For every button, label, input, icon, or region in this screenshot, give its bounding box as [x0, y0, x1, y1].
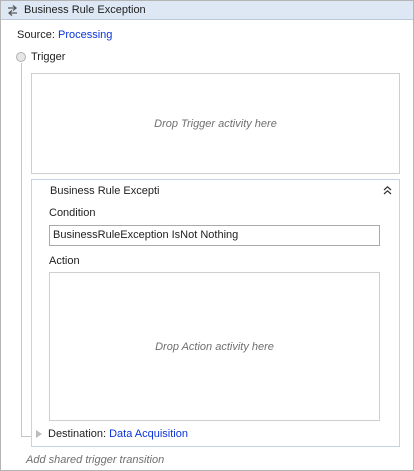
condition-label: Condition — [49, 207, 96, 219]
trigger-placeholder: Drop Trigger activity here — [154, 117, 277, 130]
trigger-radio-icon[interactable] — [16, 52, 26, 62]
destination-row: Destination: Data Acquisition — [36, 428, 188, 440]
action-placeholder: Drop Action activity here — [155, 340, 274, 353]
action-drop-zone[interactable]: Drop Action activity here — [49, 272, 380, 421]
action-label: Action — [49, 255, 80, 267]
state-designer: Business Rule Exception Source: Processi… — [0, 0, 414, 471]
condition-field[interactable]: BusinessRuleException IsNot Nothing — [49, 225, 380, 246]
connector-line — [21, 63, 22, 436]
source-label: Source: — [17, 29, 55, 41]
collapse-button[interactable] — [381, 184, 393, 196]
header-title: Business Rule Exception — [24, 4, 146, 16]
source-link[interactable]: Processing — [58, 29, 112, 41]
add-shared-trigger-link[interactable]: Add shared trigger transition — [26, 454, 164, 466]
source-row: Source: Processing — [17, 29, 112, 41]
trigger-drop-zone[interactable]: Drop Trigger activity here — [31, 73, 400, 174]
transition-title[interactable]: Business Rule Exception — [50, 185, 160, 197]
trigger-row[interactable]: Trigger — [16, 51, 65, 63]
chevron-up-double-icon — [383, 185, 391, 194]
trigger-label: Trigger — [31, 51, 66, 63]
transition-panel: Business Rule Exception Condition Busine… — [31, 179, 400, 447]
destination-link[interactable]: Data Acquisition — [109, 428, 188, 440]
header-bar[interactable]: Business Rule Exception — [1, 1, 413, 20]
arrow-right-icon — [36, 430, 42, 438]
transition-icon — [5, 3, 19, 17]
destination-label: Destination: — [48, 428, 107, 440]
